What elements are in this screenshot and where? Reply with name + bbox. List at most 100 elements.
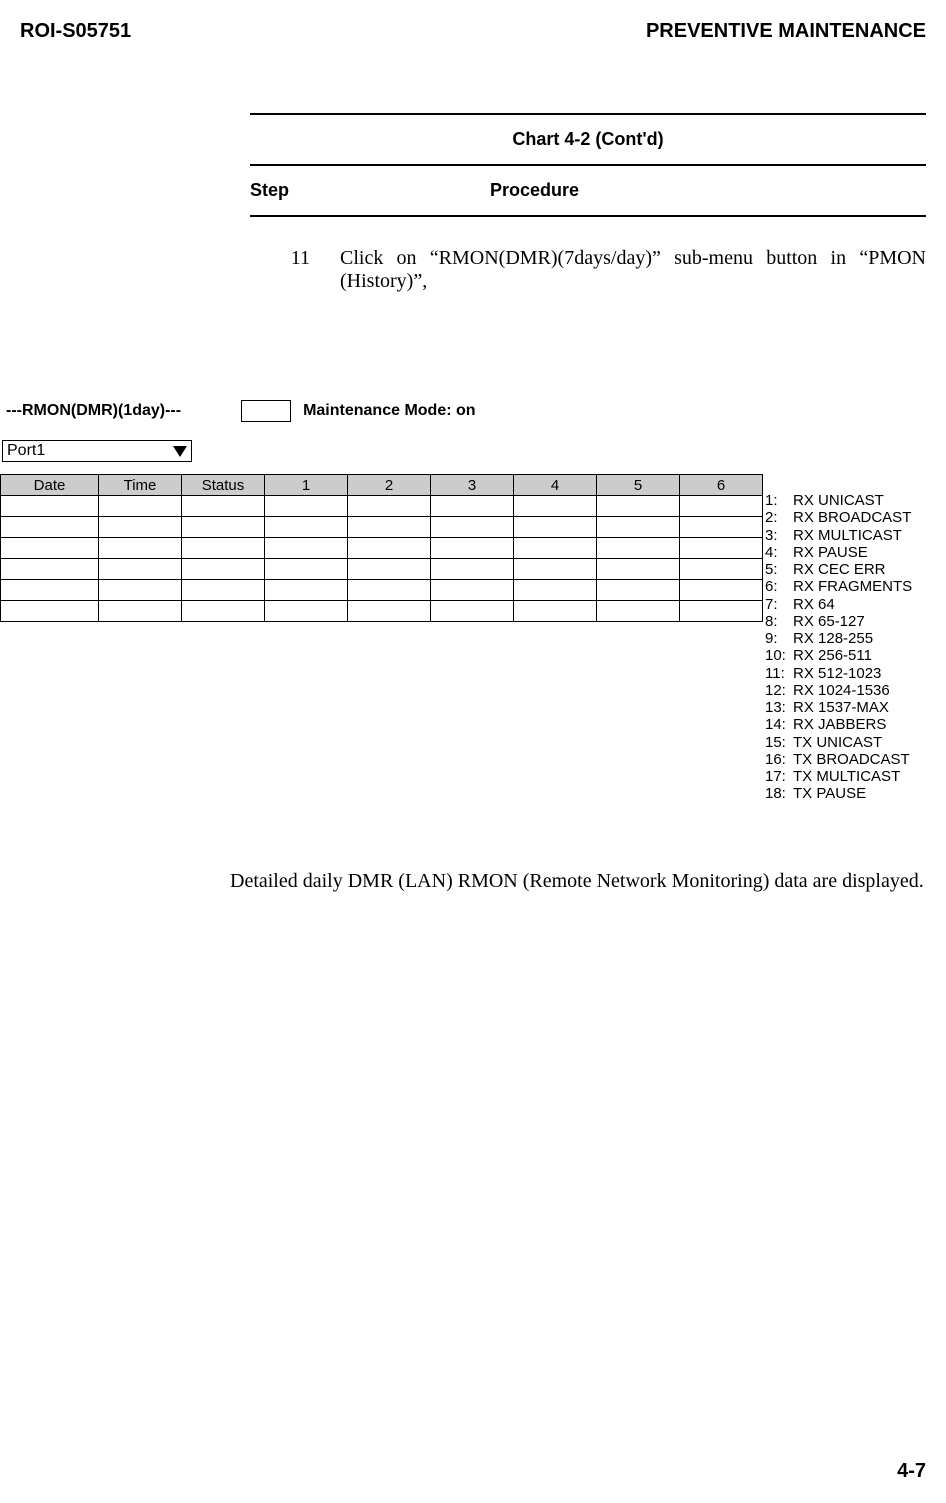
table-cell xyxy=(514,601,597,622)
table-cell xyxy=(431,517,514,538)
table-cell xyxy=(265,496,348,517)
legend-item: 13:RX 1537-MAX xyxy=(765,699,912,716)
table-cell xyxy=(514,580,597,601)
table-cell xyxy=(182,517,265,538)
legend-item: 17:TX MULTICAST xyxy=(765,768,912,785)
legend-number: 6: xyxy=(765,578,793,595)
table-cell xyxy=(99,517,182,538)
legend-number: 13: xyxy=(765,699,793,716)
table-cell xyxy=(514,559,597,580)
maintenance-checkbox[interactable] xyxy=(241,400,291,422)
rmon-title: ---RMON(DMR)(1day)--- xyxy=(6,402,181,420)
table-cell xyxy=(431,538,514,559)
step-column-header: Step xyxy=(250,180,330,201)
legend-number: 4: xyxy=(765,544,793,561)
table-cell xyxy=(1,538,99,559)
legend-item: 12:RX 1024-1536 xyxy=(765,682,912,699)
legend-number: 5: xyxy=(765,561,793,578)
divider xyxy=(250,215,926,217)
legend-label: TX PAUSE xyxy=(793,785,866,802)
table-cell xyxy=(1,580,99,601)
legend-item: 3:RX MULTICAST xyxy=(765,527,912,544)
legend-number: 12: xyxy=(765,682,793,699)
chart-title: Chart 4-2 (Cont'd) xyxy=(250,119,926,160)
table-cell xyxy=(265,601,348,622)
table-cell xyxy=(597,517,680,538)
table-cell xyxy=(182,580,265,601)
table-cell xyxy=(680,496,763,517)
table-cell xyxy=(680,517,763,538)
legend-label: RX BROADCAST xyxy=(793,509,911,526)
legend-label: RX CEC ERR xyxy=(793,561,886,578)
legend-number: 8: xyxy=(765,613,793,630)
legend-label: RX 256-511 xyxy=(793,647,872,664)
rmon-table: DateTimeStatus123456 xyxy=(0,474,763,622)
table-cell xyxy=(514,538,597,559)
table-header: 6 xyxy=(680,475,763,496)
legend-number: 18: xyxy=(765,785,793,802)
table-cell xyxy=(597,559,680,580)
divider xyxy=(250,164,926,166)
table-cell xyxy=(348,538,431,559)
legend-item: 9:RX 128-255 xyxy=(765,630,912,647)
table-cell xyxy=(348,580,431,601)
table-cell xyxy=(680,538,763,559)
table-cell xyxy=(1,559,99,580)
table-cell xyxy=(431,559,514,580)
table-cell xyxy=(348,496,431,517)
table-cell xyxy=(265,580,348,601)
table-row xyxy=(1,496,763,517)
doc-id: ROI-S05751 xyxy=(20,20,131,43)
table-cell xyxy=(265,517,348,538)
table-cell xyxy=(431,496,514,517)
legend-item: 18:TX PAUSE xyxy=(765,785,912,802)
legend-item: 16:TX BROADCAST xyxy=(765,751,912,768)
legend-label: RX 512-1023 xyxy=(793,665,881,682)
divider xyxy=(250,113,926,115)
table-cell xyxy=(597,580,680,601)
table-cell xyxy=(597,496,680,517)
table-cell xyxy=(514,517,597,538)
table-row xyxy=(1,517,763,538)
table-cell xyxy=(99,538,182,559)
table-cell xyxy=(348,601,431,622)
table-cell xyxy=(99,559,182,580)
maintenance-mode-label: Maintenance Mode: on xyxy=(303,402,475,420)
legend-item: 15:TX UNICAST xyxy=(765,734,912,751)
table-cell xyxy=(265,559,348,580)
table-cell xyxy=(431,580,514,601)
legend-item: 4:RX PAUSE xyxy=(765,544,912,561)
step-number: 11 xyxy=(250,247,340,293)
legend-number: 17: xyxy=(765,768,793,785)
legend-label: RX MULTICAST xyxy=(793,527,902,544)
legend-number: 10: xyxy=(765,647,793,664)
legend-item: 14:RX JABBERS xyxy=(765,716,912,733)
table-cell xyxy=(680,580,763,601)
table-header: 3 xyxy=(431,475,514,496)
legend-label: RX 64 xyxy=(793,596,835,613)
legend: 1:RX UNICAST2:RX BROADCAST3:RX MULTICAST… xyxy=(765,492,912,803)
legend-item: 11:RX 512-1023 xyxy=(765,665,912,682)
table-cell xyxy=(1,496,99,517)
legend-label: RX 1024-1536 xyxy=(793,682,890,699)
table-cell xyxy=(348,559,431,580)
port-select-value: Port1 xyxy=(7,442,45,460)
table-cell xyxy=(1,517,99,538)
table-row xyxy=(1,601,763,622)
legend-item: 1:RX UNICAST xyxy=(765,492,912,509)
table-cell xyxy=(348,517,431,538)
detail-text: Detailed daily DMR (LAN) RMON (Remote Ne… xyxy=(230,870,946,893)
table-cell xyxy=(182,496,265,517)
legend-label: RX 128-255 xyxy=(793,630,873,647)
table-header: Status xyxy=(182,475,265,496)
table-cell xyxy=(514,496,597,517)
section-title: PREVENTIVE MAINTENANCE xyxy=(646,20,926,43)
legend-number: 7: xyxy=(765,596,793,613)
port-select[interactable]: Port1 xyxy=(2,440,192,462)
table-row xyxy=(1,538,763,559)
table-cell xyxy=(182,538,265,559)
legend-label: RX 65-127 xyxy=(793,613,865,630)
legend-label: TX BROADCAST xyxy=(793,751,910,768)
table-row xyxy=(1,559,763,580)
legend-number: 3: xyxy=(765,527,793,544)
